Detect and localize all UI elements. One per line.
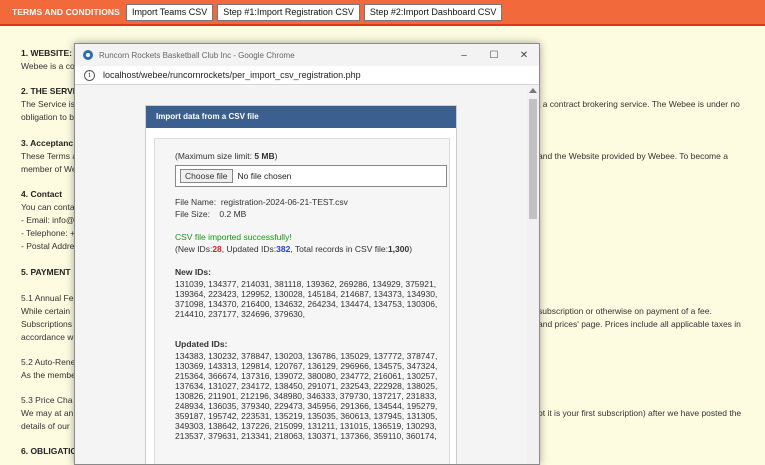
file-name-line: File Name: registration-2024-06-21-TEST.… — [175, 197, 348, 207]
section-text: ot it is your first subscription) after … — [538, 408, 742, 418]
section-text: Webee is a co — [21, 61, 75, 71]
window-titlebar[interactable]: Runcorn Rockets Basketball Club Inc - Go… — [75, 44, 539, 66]
browser-popup-window: Runcorn Rockets Basketball Club Inc - Go… — [74, 43, 540, 465]
section-text: We may at an — [21, 408, 74, 418]
section-text: and the Website provided by Webee. To be… — [538, 151, 728, 161]
section-text: and prices' page. Prices include all app… — [538, 319, 741, 329]
section-heading: 4. Contact — [21, 189, 63, 199]
updated-ids-label: Updated IDs: — [175, 339, 228, 349]
section-text: - Telephone: + — [21, 228, 75, 238]
minimize-icon[interactable]: – — [449, 50, 479, 61]
chrome-logo-icon — [83, 50, 93, 60]
section-heading: 5.2 Auto-Rene — [21, 357, 76, 367]
section-text: These Terms a — [21, 151, 78, 161]
section-text: - Postal Addre — [21, 241, 75, 251]
import-panel: Import data from a CSV file (Maximum siz… — [145, 105, 457, 464]
window-title: Runcorn Rockets Basketball Club Inc - Go… — [99, 50, 295, 60]
import-dashboard-csv-button[interactable]: Step #2:Import Dashboard CSV — [363, 3, 503, 21]
section-text: details of our — [21, 421, 70, 431]
section-text: member of We — [21, 164, 77, 174]
url-text[interactable]: localhost/webee/runcornrockets/per_impor… — [103, 70, 361, 80]
max-size-note: (Maximum size limit: 5 MB) — [175, 151, 278, 161]
scroll-up-icon[interactable] — [529, 88, 537, 93]
section-heading: 5.1 Annual Fe — [21, 293, 74, 303]
import-registration-csv-button[interactable]: Step #1:Import Registration CSV — [217, 3, 360, 21]
section-heading: 2. THE SERVI — [21, 86, 76, 96]
top-toolbar: TERMS AND CONDITIONS Import Teams CSV St… — [0, 0, 765, 24]
section-text: As the membe — [21, 370, 76, 380]
section-text: - Email: info@ — [21, 215, 75, 225]
vertical-scrollbar[interactable] — [527, 85, 539, 464]
new-ids-label: New IDs: — [175, 267, 211, 277]
file-size-line: File Size: 0.2 MB — [175, 209, 247, 219]
section-heading: 3. Acceptanc — [21, 138, 74, 148]
section-text: obligation to b — [21, 112, 74, 122]
section-text: The Service is — [21, 99, 75, 109]
new-ids-list: 131039, 134377, 214031, 381118, 139362, … — [175, 279, 438, 319]
section-text: accordance w — [21, 332, 74, 342]
scrollbar-thumb[interactable] — [529, 99, 537, 219]
section-heading: 5. PAYMENT — [21, 267, 71, 277]
close-icon[interactable]: ✕ — [509, 50, 539, 61]
address-bar[interactable]: i localhost/webee/runcornrockets/per_imp… — [75, 66, 539, 85]
section-text: subscription or otherwise on payment of … — [538, 306, 712, 316]
info-icon[interactable]: i — [84, 69, 95, 81]
header-divider — [0, 24, 765, 26]
choose-file-button[interactable]: Choose file — [180, 169, 233, 183]
import-teams-csv-button[interactable]: Import Teams CSV — [125, 3, 214, 21]
section-text: Subscriptions — [21, 319, 73, 329]
import-summary: (New IDs:28, Updated IDs:382, Total reco… — [175, 244, 413, 254]
section-text: You can conta — [21, 202, 75, 212]
success-message: CSV file imported successfully! — [175, 232, 292, 242]
section-heading: 5.3 Price Cha — [21, 395, 73, 405]
page-content: Import data from a CSV file (Maximum siz… — [75, 85, 527, 464]
no-file-label: No file chosen — [237, 171, 292, 181]
maximize-icon[interactable]: ☐ — [479, 50, 509, 61]
panel-header: Import data from a CSV file — [146, 106, 456, 128]
file-input[interactable]: Choose file No file chosen — [175, 165, 447, 187]
section-text: t a contract brokering service. The Webe… — [538, 99, 740, 109]
import-form: (Maximum size limit: 5 MB) Choose file N… — [154, 138, 450, 464]
page-title: TERMS AND CONDITIONS — [12, 7, 120, 17]
updated-ids-list: 134383, 130232, 378847, 130203, 136786, … — [175, 351, 438, 441]
section-heading: 1. WEBSITE: — [21, 48, 73, 58]
section-text: While certain — [21, 306, 71, 316]
